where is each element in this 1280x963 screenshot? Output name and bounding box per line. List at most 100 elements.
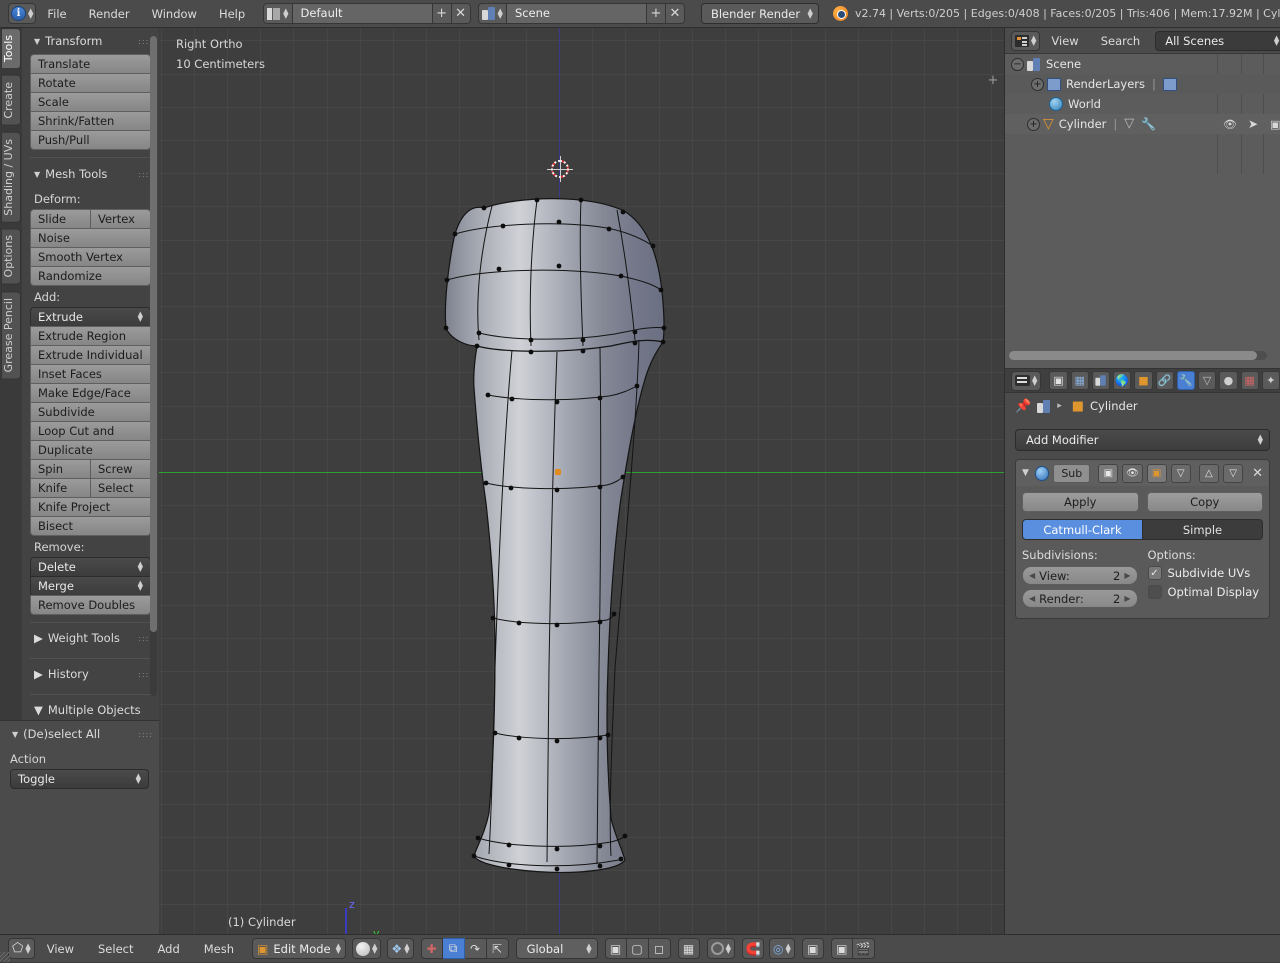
properties-tab-data[interactable]: ▽ <box>1198 371 1217 390</box>
tab-shading-uvs[interactable]: Shading / UVs <box>1 131 21 223</box>
chevron-left-icon[interactable]: ◀ <box>1029 571 1035 580</box>
button-bisect[interactable]: Bisect <box>30 516 151 536</box>
chevron-right-icon[interactable]: ▶ <box>1124 594 1130 603</box>
menu-help[interactable]: Help <box>208 0 256 28</box>
tab-tools[interactable]: Tools <box>1 28 21 70</box>
selectable-cursor-icon[interactable]: ➤ <box>1248 117 1258 131</box>
modifier-copy-button[interactable]: Copy <box>1146 492 1263 512</box>
vertex-select-icon[interactable]: ▣ <box>604 938 627 959</box>
button-subdivide[interactable]: Subdivide <box>30 402 151 422</box>
face-select-icon[interactable]: ◻ <box>648 938 671 959</box>
panel-header-weight-tools[interactable]: ▶ Weight Tools :::: <box>22 626 159 650</box>
button-inset-faces[interactable]: Inset Faces <box>30 364 151 384</box>
button-scale[interactable]: Scale <box>30 92 151 112</box>
algorithm-simple-button[interactable]: Simple <box>1143 519 1263 540</box>
chevron-down-icon[interactable]: ▼ <box>1022 468 1029 478</box>
window-resize-grip[interactable] <box>0 952 10 962</box>
properties-tab-material[interactable]: ● <box>1219 371 1238 390</box>
outliner-row-cylinder[interactable]: + ▽ Cylinder | ▽ 🔧 👁 ➤ ▣ <box>1005 114 1280 134</box>
checkbox-optimal-display[interactable]: Optimal Display <box>1147 585 1264 599</box>
button-knife-project[interactable]: Knife Project <box>30 497 151 517</box>
dropdown-extrude[interactable]: Extrude ▲ ▼ <box>30 307 151 327</box>
button-rotate[interactable]: Rotate <box>30 73 151 93</box>
panel-header-history[interactable]: ▶ History :::: <box>22 662 159 686</box>
outliner-editor-type-button[interactable]: ▲ ▼ <box>1011 30 1041 51</box>
viewport-region-toggle-icon[interactable]: + <box>986 74 1000 88</box>
occlude-icon[interactable]: ▣ <box>801 938 824 959</box>
visibility-eye-icon[interactable]: 👁 <box>1223 118 1237 131</box>
screen-layout-browse-button[interactable]: ▲ ▼ <box>263 3 293 24</box>
panel-header-transform[interactable]: ▼ Transform :::: <box>22 28 159 54</box>
properties-tab-constraints[interactable]: 🔗 <box>1155 371 1174 390</box>
view3d-menu-view[interactable]: View <box>35 935 86 963</box>
outliner-row-scene[interactable]: − Scene <box>1005 54 1280 74</box>
menu-file[interactable]: File <box>36 0 77 28</box>
field-render-subdivisions[interactable]: ◀ Render: 2 ▶ <box>1022 589 1138 608</box>
checkbox-subdivide-uvs[interactable]: ✓ Subdivide UVs <box>1147 566 1264 580</box>
translate-manip-icon[interactable]: ⧉ <box>442 938 465 959</box>
modifier-name-field[interactable]: Sub <box>1053 463 1091 483</box>
expander-icon[interactable]: + <box>1031 77 1044 91</box>
scene-name[interactable]: Scene <box>506 3 647 24</box>
magnet-icon[interactable]: 🧲 <box>741 938 764 959</box>
expander-icon[interactable]: − <box>1011 57 1024 71</box>
menu-window[interactable]: Window <box>141 0 208 28</box>
button-extrude-region[interactable]: Extrude Region <box>30 326 151 346</box>
screen-layout-name[interactable]: Default <box>292 3 433 24</box>
view3d-menu-mesh[interactable]: Mesh <box>192 935 246 963</box>
properties-tab-particles[interactable]: ✦ <box>1261 371 1280 390</box>
properties-tab-object[interactable]: ■ <box>1134 371 1153 390</box>
tab-grease-pencil[interactable]: Grease Pencil <box>1 290 21 380</box>
proportional-edit-selector[interactable]: ▲ ▼ <box>706 938 735 959</box>
edge-select-icon[interactable]: ▢ <box>626 938 649 959</box>
button-smooth-vertex[interactable]: Smooth Vertex <box>30 247 151 267</box>
wrench-icon[interactable]: 🔧 <box>1141 117 1156 131</box>
renderability-camera-icon[interactable]: ▣ <box>1270 118 1280 131</box>
scene-delete-button[interactable]: ✕ <box>665 3 685 24</box>
render-image-icon[interactable]: ▣ <box>830 938 853 959</box>
modifier-cage-toggle-icon[interactable]: ▽ <box>1170 463 1191 483</box>
button-slide-vertex[interactable]: Vertex <box>91 209 151 229</box>
algorithm-catmull-clark-button[interactable]: Catmull-Clark <box>1022 519 1143 540</box>
chevron-right-icon[interactable]: ▶ <box>1124 571 1130 580</box>
button-shrink-fatten[interactable]: Shrink/Fatten <box>30 111 151 131</box>
properties-tab-modifier[interactable]: 🔧 <box>1176 371 1196 390</box>
tab-options[interactable]: Options <box>1 228 21 285</box>
expander-icon[interactable]: + <box>1027 117 1040 131</box>
rotate-manip-icon[interactable]: ↷ <box>464 938 487 959</box>
transform-orientation-selector[interactable]: Global ▲ ▼ <box>515 938 598 959</box>
modifier-move-up-button[interactable]: △ <box>1198 463 1219 483</box>
button-knife-select[interactable]: Select <box>91 478 151 498</box>
outliner-row-renderlayers[interactable]: + RenderLayers | <box>1005 74 1280 94</box>
screen-layout-delete-button[interactable]: ✕ <box>451 3 471 24</box>
button-knife[interactable]: Knife <box>30 478 91 498</box>
modifier-render-toggle-icon[interactable]: ▣ <box>1098 463 1119 483</box>
view3d-menu-select[interactable]: Select <box>86 935 145 963</box>
outliner-display-mode[interactable]: All Scenes ▲ ▼ <box>1155 30 1280 51</box>
editor-type-selector[interactable]: i ▲ ▼ <box>8 3 37 24</box>
properties-tab-texture[interactable]: ▦ <box>1240 371 1259 390</box>
render-animation-icon[interactable]: 🎬 <box>852 938 875 959</box>
toolshelf-scrollbar[interactable] <box>150 36 157 696</box>
view3d-editor-type-button[interactable]: ⬠ ▲ ▼ <box>8 938 35 959</box>
outliner-scrollbar[interactable] <box>1009 351 1267 360</box>
panel-header-multiple-objects[interactable]: ▼ Multiple Objects <box>22 698 159 720</box>
button-extrude-individual[interactable]: Extrude Individual <box>30 345 151 365</box>
render-engine-selector[interactable]: Blender Render ▲ ▼ <box>700 3 819 24</box>
modifier-delete-button[interactable]: ✕ <box>1252 466 1263 481</box>
button-spin[interactable]: Spin <box>30 459 91 479</box>
scene-browse-button[interactable]: ▲ ▼ <box>477 3 507 24</box>
button-translate[interactable]: Translate <box>30 54 151 74</box>
button-make-edge-face[interactable]: Make Edge/Face <box>30 383 151 403</box>
snap-target-selector[interactable]: ◎ ▲ ▼ <box>768 938 795 959</box>
properties-tab-scene[interactable] <box>1091 371 1111 390</box>
button-duplicate[interactable]: Duplicate <box>30 440 151 460</box>
modifier-realtime-toggle-icon[interactable]: 👁 <box>1122 463 1143 483</box>
properties-tab-renderlayers[interactable]: ▦ <box>1070 371 1089 390</box>
field-view-subdivisions[interactable]: ◀ View: 2 ▶ <box>1022 566 1138 585</box>
pivot-point-selector[interactable]: ❖ ▲ ▼ <box>387 938 414 959</box>
outliner-menu-view[interactable]: View <box>1040 28 1089 54</box>
dropdown-action[interactable]: Toggle ▲ ▼ <box>10 769 149 789</box>
viewport-3d[interactable]: Right Ortho 10 Centimeters (1) Cylinder … <box>159 28 1004 934</box>
view3d-menu-add[interactable]: Add <box>145 935 191 963</box>
